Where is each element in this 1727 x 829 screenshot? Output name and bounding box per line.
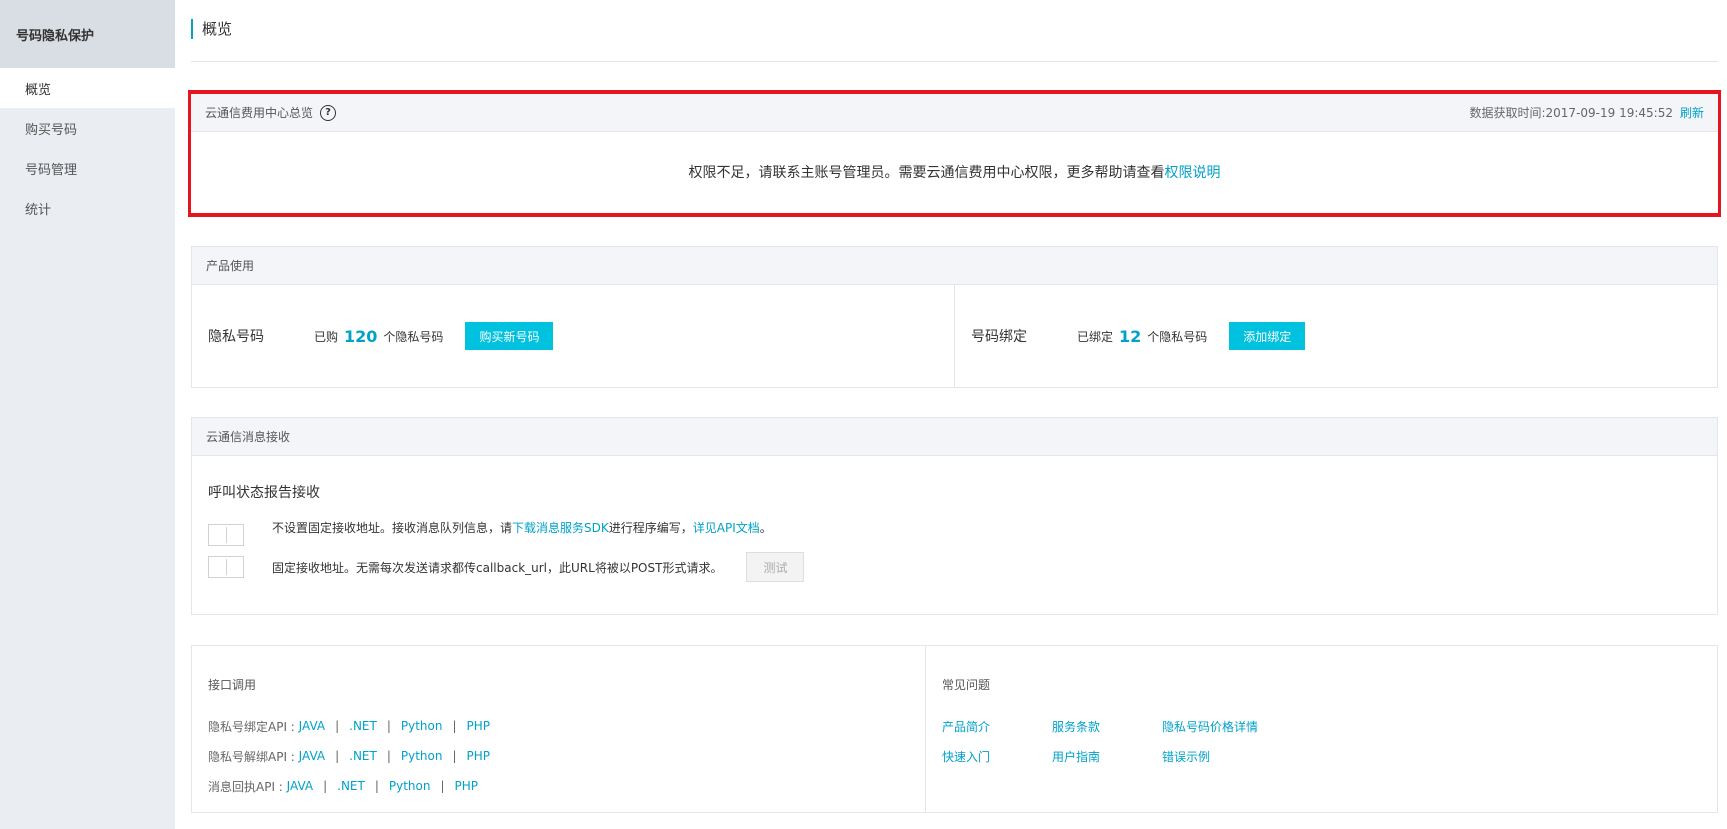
api-row-label: 隐私号解绑API : (208, 749, 295, 764)
links-panel: 接口调用 隐私号绑定API : JAVA | .NET | Python | PHP … (191, 645, 1718, 813)
option-no-fixed-address: 不设置固定接收地址。接收消息队列信息，请下载消息服务SDK进行程序编写，详见AP… (208, 514, 1701, 546)
link-php[interactable]: PHP (455, 779, 479, 793)
separator: | (386, 749, 391, 763)
faq-user-guide-link[interactable]: 用户指南 (1052, 741, 1162, 771)
separator: | (323, 779, 328, 793)
overview-panel: 云通信费用中心总览 ? 数据获取时间:2017-09-19 19:45:52 刷… (191, 94, 1718, 213)
app: 号码隐私保护 概览 购买号码 号码管理 统计 概览 云通信费用中心总览 ? 数据… (0, 0, 1727, 829)
test-button[interactable]: 测试 (746, 552, 805, 582)
link-dotnet[interactable]: .NET (349, 749, 377, 763)
main-content: 概览 云通信费用中心总览 ? 数据获取时间:2017-09-19 19:45:5… (188, 0, 1721, 829)
bound-prefix: 已绑定 (1077, 329, 1114, 344)
buy-new-number-button[interactable]: 购买新号码 (465, 322, 554, 350)
sidebar-title: 号码隐私保护 (0, 0, 175, 68)
fetch-time: 数据获取时间:2017-09-19 19:45:52 (1469, 106, 1673, 120)
product-panel: 产品使用 隐私号码 已购 120 个隐私号码 购买新号码 号码绑定 已绑定 12… (191, 246, 1718, 388)
message-panel: 云通信消息接收 呼叫状态报告接收 不设置固定接收地址。接收消息队列信息，请下载消… (191, 417, 1718, 615)
link-dotnet[interactable]: .NET (337, 779, 365, 793)
faq-pricing-link[interactable]: 隐私号码价格详情 (1162, 711, 1322, 741)
option1-text-c: 。 (759, 520, 772, 535)
faq-quick-start-link[interactable]: 快速入门 (942, 741, 1052, 771)
sidebar-item-statistics[interactable]: 统计 (0, 188, 175, 228)
link-java[interactable]: JAVA (299, 749, 325, 763)
number-binding-label: 号码绑定 (971, 329, 1027, 345)
faq-product-intro-link[interactable]: 产品简介 (942, 711, 1052, 741)
sidebar: 号码隐私保护 概览 购买号码 号码管理 统计 (0, 0, 175, 829)
api-doc-link[interactable]: 详见API文档 (693, 521, 760, 535)
separator: | (335, 749, 340, 763)
overview-panel-title: 云通信费用中心总览 (205, 106, 314, 120)
purchased-count: 120 (344, 326, 378, 346)
api-row-label: 消息回执API : (208, 779, 283, 794)
link-python[interactable]: Python (401, 749, 443, 763)
separator: | (452, 749, 457, 763)
separator: | (452, 719, 457, 733)
faq-section-title: 常见问题 (942, 678, 991, 692)
number-binding-section: 号码绑定 已绑定 12 个隐私号码 添加绑定 (954, 285, 1717, 387)
option2-text: 固定接收地址。无需每次发送请求都传callback_url，此URL将被以POS… (272, 560, 723, 575)
option1-text-b: 进行程序编写， (608, 520, 693, 535)
permission-message: 权限不足，请联系主账号管理员。需要云通信费用中心权限，更多帮助请查看 权限说明 (191, 132, 1718, 212)
api-row-unbind: 隐私号解绑API : JAVA | .NET | Python | PHP (208, 741, 909, 771)
toggle-fixed-address[interactable] (208, 556, 244, 578)
api-row-receipt: 消息回执API : JAVA | .NET | Python | PHP (208, 771, 909, 801)
permission-help-link[interactable]: 权限说明 (1165, 162, 1221, 182)
purchased-suffix: 个隐私号码 (383, 329, 444, 344)
bound-suffix: 个隐私号码 (1147, 329, 1208, 344)
bound-count: 12 (1119, 326, 1142, 346)
api-row-label: 隐私号绑定API : (208, 719, 295, 734)
separator: | (386, 719, 391, 733)
faq-links: 产品简介 服务条款 隐私号码价格详情 快速入门 用户指南 错误示例 (942, 711, 1701, 771)
add-binding-button[interactable]: 添加绑定 (1229, 322, 1306, 350)
link-php[interactable]: PHP (467, 749, 491, 763)
overview-panel-header: 云通信费用中心总览 ? 数据获取时间:2017-09-19 19:45:52 刷… (191, 94, 1718, 132)
option-fixed-address: 固定接收地址。无需每次发送请求都传callback_url，此URL将被以POS… (208, 552, 1701, 582)
link-java[interactable]: JAVA (287, 779, 313, 793)
question-circle-icon[interactable]: ? (320, 104, 337, 121)
call-status-title: 呼叫状态报告接收 (208, 485, 320, 501)
purchased-prefix: 已购 (314, 329, 339, 344)
sidebar-item-buy-number[interactable]: 购买号码 (0, 108, 175, 148)
faq-error-examples-link[interactable]: 错误示例 (1162, 741, 1322, 771)
separator: | (335, 719, 340, 733)
page-header: 概览 (191, 0, 1718, 62)
sidebar-item-number-management[interactable]: 号码管理 (0, 148, 175, 188)
api-section: 接口调用 隐私号绑定API : JAVA | .NET | Python | PHP … (192, 646, 926, 812)
faq-terms-link[interactable]: 服务条款 (1052, 711, 1162, 741)
faq-section: 常见问题 产品简介 服务条款 隐私号码价格详情 快速入门 用户指南 错误示例 (926, 646, 1717, 812)
separator: | (374, 779, 379, 793)
api-row-bind: 隐私号绑定API : JAVA | .NET | Python | PHP (208, 711, 909, 741)
message-panel-header: 云通信消息接收 (192, 418, 1717, 456)
link-dotnet[interactable]: .NET (349, 719, 377, 733)
privacy-numbers-section: 隐私号码 已购 120 个隐私号码 购买新号码 (192, 285, 954, 387)
api-section-title: 接口调用 (208, 678, 257, 692)
permission-message-text: 权限不足，请联系主账号管理员。需要云通信费用中心权限，更多帮助请查看 (688, 165, 1165, 181)
separator: | (440, 779, 445, 793)
page-title: 概览 (191, 18, 232, 39)
download-sdk-link[interactable]: 下载消息服务SDK (512, 521, 609, 535)
privacy-numbers-label: 隐私号码 (208, 329, 264, 345)
product-panel-header: 产品使用 (192, 247, 1717, 285)
sidebar-nav: 概览 购买号码 号码管理 统计 (0, 68, 175, 228)
toggle-no-fixed-address[interactable] (208, 524, 244, 546)
option1-text-a: 不设置固定接收地址。接收消息队列信息，请 (272, 520, 513, 535)
link-java[interactable]: JAVA (299, 719, 325, 733)
link-python[interactable]: Python (401, 719, 443, 733)
link-php[interactable]: PHP (467, 719, 491, 733)
sidebar-item-overview[interactable]: 概览 (0, 68, 175, 108)
link-python[interactable]: Python (389, 779, 431, 793)
refresh-link[interactable]: 刷新 (1680, 104, 1704, 121)
